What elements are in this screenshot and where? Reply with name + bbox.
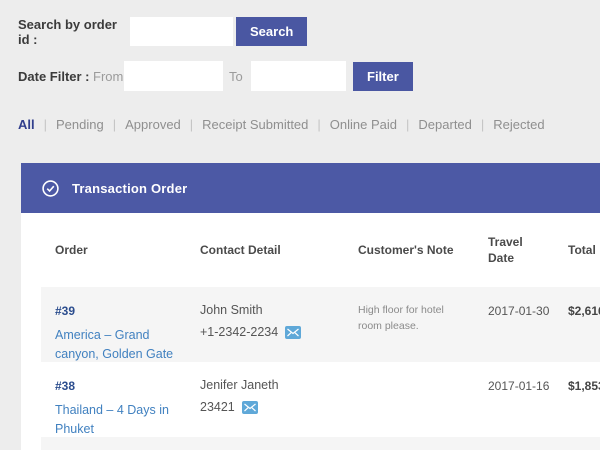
date-from-input[interactable] bbox=[124, 61, 223, 91]
column-header-contact-detail: Contact Detail bbox=[200, 243, 281, 257]
travel-date: 2017-01-16 bbox=[488, 379, 550, 393]
order-title-link[interactable]: Thailand – 4 Days in Phuket bbox=[55, 401, 200, 439]
tab-all[interactable]: All bbox=[18, 117, 35, 132]
table-row: #39 America – Grand canyon, Golden Gate … bbox=[41, 287, 600, 362]
order-title-link[interactable]: America – Grand canyon, Golden Gate bbox=[55, 326, 200, 364]
order-id-link[interactable]: #39 bbox=[55, 303, 75, 319]
panel-title: Transaction Order bbox=[72, 180, 188, 196]
date-filter-bar: Date Filter : From To Filter bbox=[18, 61, 413, 91]
tab-approved[interactable]: Approved bbox=[125, 117, 181, 132]
tab-rejected[interactable]: Rejected bbox=[493, 117, 544, 132]
column-header-customers-note: Customer's Note bbox=[358, 243, 454, 257]
search-input[interactable] bbox=[130, 17, 233, 46]
column-header-order: Order bbox=[55, 243, 88, 257]
tab-separator: | bbox=[112, 117, 117, 132]
mail-icon[interactable] bbox=[241, 400, 258, 414]
customer-note: High floor for hotel room please. bbox=[358, 304, 444, 332]
order-total: $2,616 bbox=[568, 304, 600, 318]
column-header-total: Total bbox=[568, 243, 596, 257]
order-id-link[interactable]: #38 bbox=[55, 378, 75, 394]
search-button[interactable]: Search bbox=[236, 17, 308, 46]
contact-name: John Smith bbox=[200, 303, 263, 317]
contact-phone: 23421 bbox=[200, 400, 235, 414]
tab-online-paid[interactable]: Online Paid bbox=[330, 117, 397, 132]
tab-separator: | bbox=[43, 117, 48, 132]
tab-separator: | bbox=[189, 117, 194, 132]
date-to-input[interactable] bbox=[251, 61, 346, 91]
table-row: #38 Thailand – 4 Days in Phuket Jenifer … bbox=[41, 362, 600, 437]
panel-header: Transaction Order bbox=[21, 163, 600, 213]
date-filter-label: Date Filter : bbox=[18, 68, 90, 84]
tab-separator: | bbox=[317, 117, 321, 132]
tab-pending[interactable]: Pending bbox=[56, 117, 104, 132]
orders-table: Order Contact Detail Customer's Note Tra… bbox=[21, 213, 600, 450]
from-label: From bbox=[93, 68, 124, 84]
tab-departed[interactable]: Departed bbox=[418, 117, 471, 132]
column-header-travel-date: Travel Date bbox=[488, 235, 523, 265]
to-label: To bbox=[229, 68, 243, 84]
status-filter-tabs: All | Pending | Approved | Receipt Submi… bbox=[18, 117, 545, 132]
contact-phone: +1-2342-2234 bbox=[200, 325, 279, 339]
tab-receipt-submitted[interactable]: Receipt Submitted bbox=[202, 117, 308, 132]
check-circle-icon bbox=[42, 179, 59, 197]
tab-separator: | bbox=[406, 117, 410, 132]
transaction-order-panel: Transaction Order Order Contact Detail C… bbox=[21, 163, 600, 450]
filter-button[interactable]: Filter bbox=[353, 61, 413, 91]
search-label: Search by order id : bbox=[18, 16, 117, 47]
order-total: $1,853 bbox=[568, 379, 600, 393]
contact-name: Jenifer Janeth bbox=[200, 378, 279, 392]
table-header-row: Order Contact Detail Customer's Note Tra… bbox=[41, 213, 600, 287]
travel-date: 2017-01-30 bbox=[488, 304, 550, 318]
mail-icon[interactable] bbox=[285, 325, 302, 339]
search-bar: Search by order id : Search bbox=[18, 16, 308, 47]
tab-separator: | bbox=[480, 117, 485, 132]
